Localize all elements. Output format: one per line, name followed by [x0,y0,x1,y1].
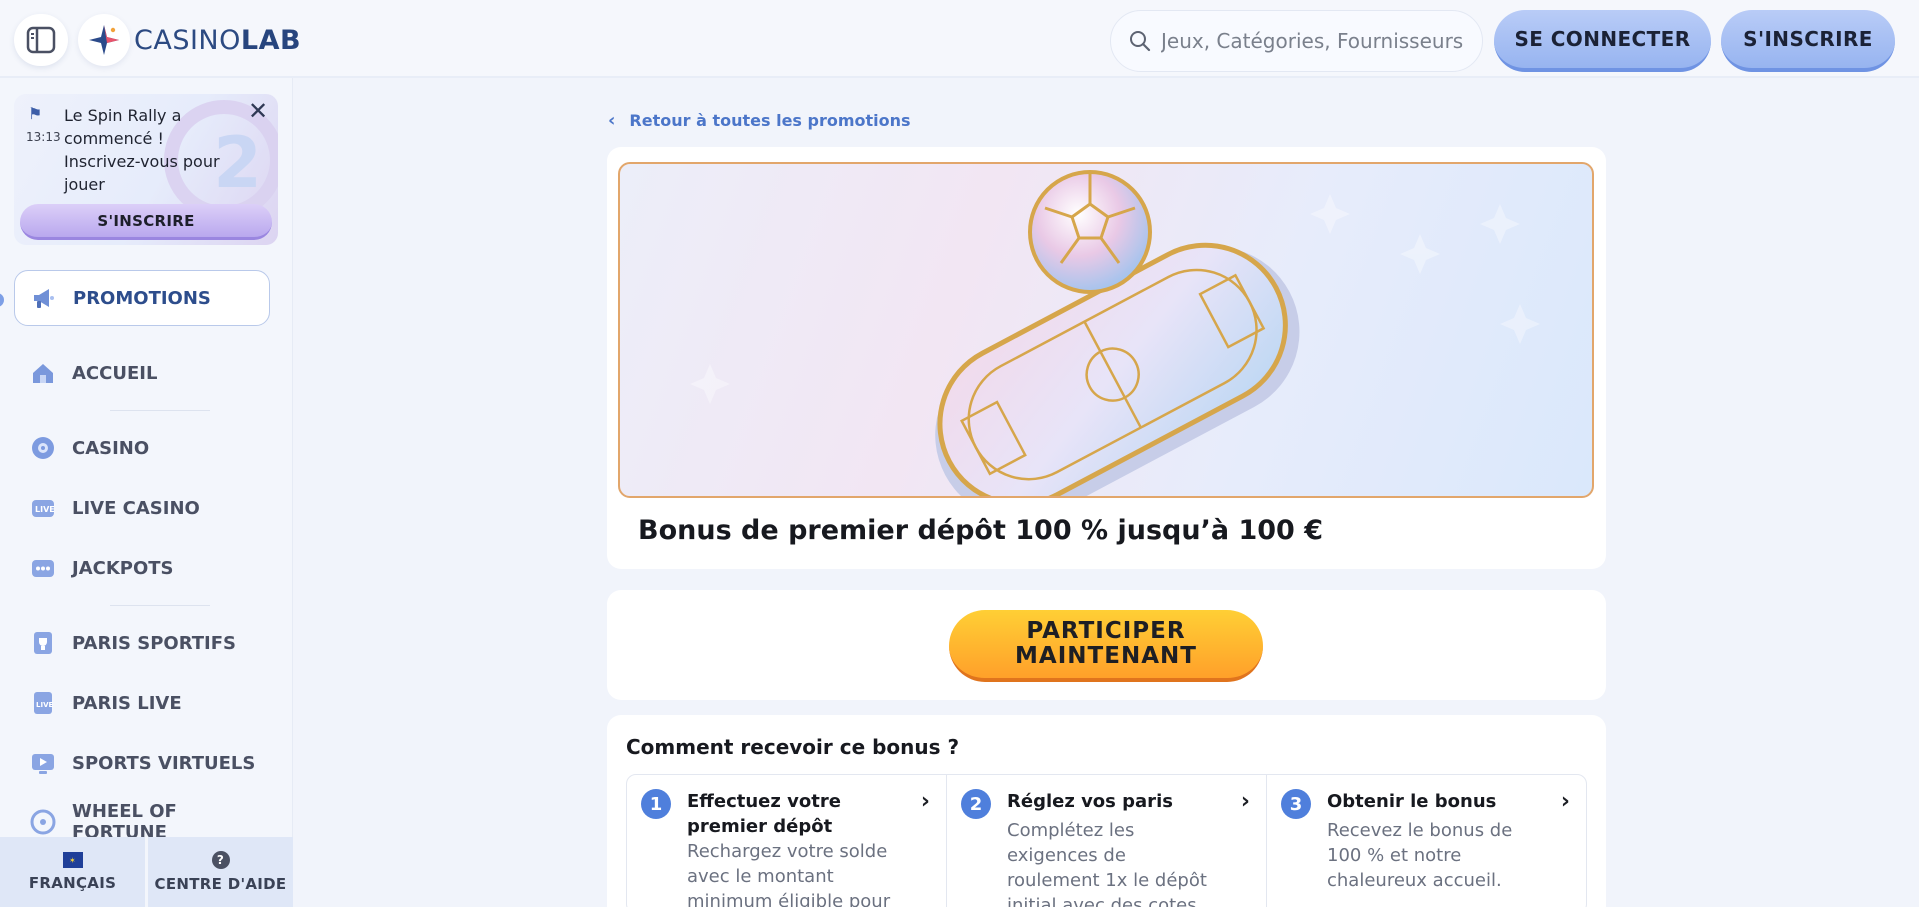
language-selector[interactable]: ✶ FRANÇAIS [0,837,145,907]
help-center-button[interactable]: ? CENTRE D'AIDE [145,837,293,907]
svg-text:LIVE: LIVE [36,701,53,709]
chevron-right-icon[interactable]: › [921,789,930,814]
sidebar-item-label: LIVE CASINO [72,497,200,519]
home-icon [30,360,56,386]
close-icon[interactable]: ✕ [246,99,270,124]
sidebar-footer: ✶ FRANÇAIS ? CENTRE D'AIDE [0,837,293,907]
nav-divider [110,410,210,411]
logo-text: CASINOLAB [134,24,302,56]
step-title: Réglez vos paris [1007,791,1173,812]
live-betting-icon: LIVE [30,690,56,716]
sidebar-item-label: SPORTS VIRTUELS [72,752,256,774]
chevron-right-icon[interactable]: › [1561,789,1570,814]
help-center-label: CENTRE D'AIDE [154,875,287,893]
active-indicator [0,293,4,307]
search-box[interactable] [1110,10,1483,72]
step-title: Obtenir le bonus [1327,791,1497,812]
chevron-left-icon: ‹ [608,110,616,131]
sidebar-item-live-casino[interactable]: LIVE LIVE CASINO [14,480,270,536]
sidebar-item-casino[interactable]: CASINO [14,420,270,476]
nav-divider [110,605,210,606]
step-card[interactable]: 1 Effectuez votre premier dépôt Recharge… [627,775,946,907]
step-card[interactable]: 2 Réglez vos paris Complétez les exigenc… [946,775,1266,907]
promotion-card: Bonus de premier dépôt 100 % jusqu’à 100… [607,147,1606,569]
checkered-flag-icon: ⚑ [28,104,43,123]
notification-time: 13:13 [26,130,61,144]
sports-betting-icon [30,630,56,656]
megaphone-icon [31,285,57,311]
wheel-icon [30,809,56,835]
sidebar-panel-icon [26,26,56,54]
sidebar-item-label: JACKPOTS [72,557,174,579]
casinolab-logo[interactable]: CASINOLAB [78,14,301,66]
top-header: CASINOLAB SE CONNECTER S'INSCRIRE [0,0,1919,78]
sidebar-item-label: PARIS LIVE [72,692,182,714]
back-to-promotions-link[interactable]: ‹ Retour à toutes les promotions [608,110,911,131]
step-title: Effectuez votre premier dépôt [687,791,841,837]
step-description: Rechargez votre solde avec le montant mi… [687,841,891,907]
svg-text:LIVE: LIVE [35,505,55,514]
logo-star-icon [78,14,130,66]
bonus-steps: 1 Effectuez votre premier dépôt Recharge… [626,774,1587,907]
jackpot-icon [30,555,56,581]
help-icon: ? [211,851,230,869]
promotion-banner-image [618,162,1594,498]
step-card[interactable]: 3 Obtenir le bonus Recevez le bonus de 1… [1266,775,1586,907]
language-label: FRANÇAIS [28,874,117,892]
step-number: 3 [1281,789,1311,819]
sidebar-item-label: CASINO [72,437,150,459]
casino-chip-icon [30,435,56,461]
sidebar-item-label: PROMOTIONS [73,287,211,309]
sidebar-toggle-button[interactable] [14,14,68,66]
search-input[interactable] [1161,29,1481,53]
eu-flag-icon: ✶ [62,852,83,868]
search-icon [1130,31,1151,52]
how-to-get-bonus-section: Comment recevoir ce bonus ? 1 Effectuez … [607,715,1606,907]
step-description: Recevez le bonus de 100 % et notre chale… [1327,820,1513,891]
step-description: Complétez les exigences de roulement 1x … [1007,820,1207,907]
sidebar-item-promotions[interactable]: PROMOTIONS [14,270,270,326]
chevron-right-icon[interactable]: › [1241,789,1250,814]
section-title: Comment recevoir ce bonus ? [626,735,960,759]
sidebar: 2 ⚑ 13:13 Le Spin Rally a commencé ! Ins… [0,78,293,907]
promotion-title: Bonus de premier dépôt 100 % jusqu’à 100… [638,515,1324,546]
spin-rally-notification[interactable]: 2 ⚑ 13:13 Le Spin Rally a commencé ! Ins… [14,94,278,245]
virtual-sports-icon [30,750,56,776]
notification-register-button[interactable]: S'INSCRIRE [20,204,272,240]
step-number: 2 [961,789,991,819]
cta-section: PARTICIPER MAINTENANT [607,590,1606,700]
notification-text: Le Spin Rally a commencé ! Inscrivez-vou… [64,106,220,194]
sidebar-item-paris-live[interactable]: LIVE PARIS LIVE [14,675,270,731]
sidebar-item-label: ACCUEIL [72,362,158,384]
sidebar-item-label: PARIS SPORTIFS [72,632,237,654]
register-button[interactable]: S'INSCRIRE [1721,10,1895,72]
back-link-label: Retour à toutes les promotions [629,111,911,130]
live-casino-icon: LIVE [30,495,56,521]
login-button[interactable]: SE CONNECTER [1494,10,1711,72]
sidebar-item-sports-virtuels[interactable]: SPORTS VIRTUELS [14,735,270,791]
sidebar-item-accueil[interactable]: ACCUEIL [14,345,270,401]
sidebar-item-paris-sportifs[interactable]: PARIS SPORTIFS [14,615,270,671]
participate-now-button[interactable]: PARTICIPER MAINTENANT [949,610,1263,682]
sidebar-item-jackpots[interactable]: JACKPOTS [14,540,270,596]
step-number: 1 [641,789,671,819]
